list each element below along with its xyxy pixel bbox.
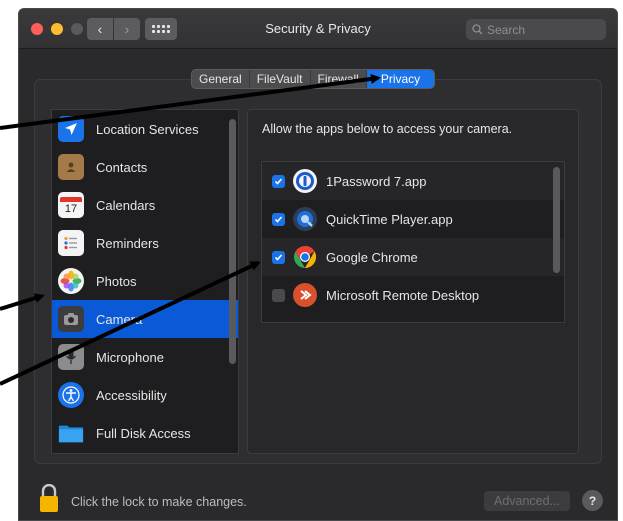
sidebar-item-label: Location Services (96, 121, 199, 137)
sidebar-item-full-disk-access[interactable]: Full Disk Access (52, 414, 238, 452)
search-input[interactable] (487, 22, 597, 37)
search-icon (472, 24, 483, 35)
app-row-google-chrome[interactable]: Google Chrome (262, 238, 564, 276)
1password-icon (293, 169, 317, 193)
sidebar-item-accessibility[interactable]: Accessibility (52, 376, 238, 414)
checkmark-icon (274, 177, 283, 185)
access-prompt-text: Allow the apps below to access your came… (262, 122, 513, 136)
chrome-icon (293, 245, 317, 269)
photos-flower-icon (58, 268, 84, 294)
calendar-icon: 17 (58, 192, 84, 218)
tab-filevault[interactable]: FileVault (250, 70, 311, 88)
app-row-quicktime[interactable]: QuickTime Player.app (262, 200, 564, 238)
title-bar: ‹ › Security & Privacy (19, 9, 617, 49)
chevron-right-icon: › (124, 21, 130, 37)
help-button[interactable]: ? (582, 490, 603, 511)
advanced-button[interactable]: Advanced... (484, 491, 570, 511)
lock-icon[interactable] (39, 483, 59, 514)
lock-hint-text: Click the lock to make changes. (71, 495, 247, 509)
app-checkbox-1password[interactable] (272, 174, 285, 188)
sidebar-item-microphone[interactable]: Microphone (52, 338, 238, 376)
camera-app-list: 1Password 7.app QuickTime Player.app Goo… (261, 161, 565, 323)
sidebar-item-label: Calendars (96, 197, 156, 213)
tab-privacy[interactable]: Privacy (366, 70, 435, 88)
app-list-scrollbar[interactable] (553, 167, 560, 273)
sidebar-item-photos[interactable]: Photos (52, 262, 238, 300)
privacy-category-list: Location Services Contacts 17 Calendars (51, 109, 239, 454)
tab-bar: General FileVault Firewall Privacy (191, 69, 436, 89)
sidebar-item-label: Accessibility (96, 387, 167, 403)
sidebar-item-contacts[interactable]: Contacts (52, 148, 238, 186)
calendar-date-text: 17 (64, 202, 78, 215)
sidebar-item-location-services[interactable]: Location Services (52, 110, 238, 148)
sidebar-item-calendars[interactable]: 17 Calendars (52, 186, 238, 224)
checkmark-icon (274, 253, 283, 261)
sidebar-scrollbar[interactable] (229, 119, 236, 364)
back-button[interactable]: ‹ (87, 18, 113, 40)
app-name: Microsoft Remote Desktop (326, 287, 480, 303)
contacts-book-icon (58, 154, 84, 180)
tab-general[interactable]: General (192, 70, 250, 88)
remote-desktop-icon (293, 283, 317, 307)
app-checkbox-google-chrome[interactable] (272, 250, 285, 264)
close-window-button[interactable] (31, 23, 43, 35)
checkmark-icon (274, 215, 283, 223)
quicktime-icon (293, 207, 317, 231)
sidebar-item-label: Microphone (96, 349, 164, 365)
app-name: QuickTime Player.app (326, 211, 453, 227)
app-checkbox-microsoft-remote-desktop[interactable] (272, 288, 285, 302)
tab-firewall[interactable]: Firewall (311, 70, 367, 88)
show-all-button[interactable] (145, 18, 177, 40)
chevron-left-icon: ‹ (97, 21, 103, 37)
search-field[interactable] (466, 19, 606, 40)
app-row-microsoft-remote-desktop[interactable]: Microsoft Remote Desktop (262, 276, 564, 314)
microphone-icon (58, 344, 84, 370)
app-name: 1Password 7.app (326, 173, 427, 189)
app-row-1password[interactable]: 1Password 7.app (262, 162, 564, 200)
location-arrow-icon (58, 116, 84, 142)
camera-icon (58, 306, 84, 332)
folder-icon (58, 420, 84, 446)
sidebar-item-label: Camera (96, 311, 143, 327)
zoom-window-button[interactable] (71, 23, 83, 35)
forward-button[interactable]: › (114, 18, 140, 40)
reminders-list-icon (58, 230, 84, 256)
accessibility-icon (58, 382, 84, 408)
sidebar-item-label: Full Disk Access (96, 425, 191, 441)
app-checkbox-quicktime[interactable] (272, 212, 285, 226)
minimize-window-button[interactable] (51, 23, 63, 35)
grid-icon (152, 25, 170, 33)
sidebar-item-label: Contacts (96, 159, 148, 175)
sidebar-item-label: Photos (96, 273, 137, 289)
sidebar-item-reminders[interactable]: Reminders (52, 224, 238, 262)
app-name: Google Chrome (326, 249, 418, 265)
sidebar-item-camera[interactable]: Camera (52, 300, 238, 338)
sidebar-item-label: Reminders (96, 235, 159, 251)
preferences-window: ‹ › Security & Privacy General FileVault… (18, 8, 618, 521)
